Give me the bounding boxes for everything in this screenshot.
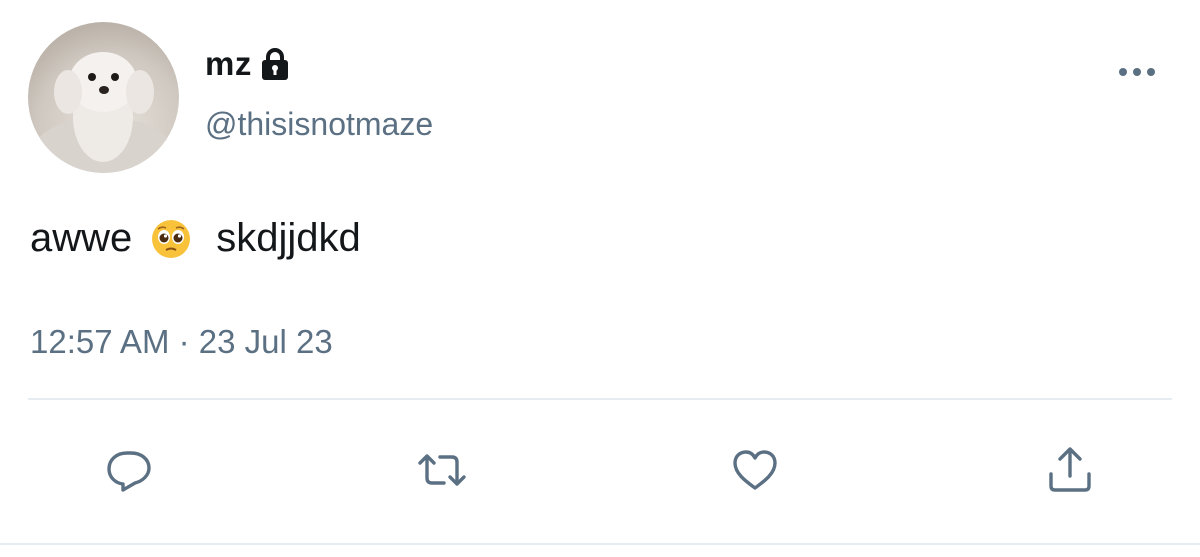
lock-icon	[260, 47, 290, 81]
tweet-text: awwe skdjjdkd	[30, 216, 361, 261]
display-name[interactable]: mz	[205, 45, 252, 83]
avatar[interactable]	[28, 22, 179, 173]
tweet-timestamp[interactable]: 12:57 AM · 23 Jul 23	[30, 323, 333, 361]
user-handle[interactable]: @thisisnotmaze	[205, 106, 433, 143]
share-button[interactable]	[1040, 440, 1100, 500]
tweet-card: mz @thisisnotmaze awwe skdjjdkd 12:57 AM…	[0, 0, 1200, 557]
reply-icon	[107, 451, 151, 492]
tweet-text-part: skdjjdkd	[216, 216, 361, 260]
more-options-icon[interactable]	[1116, 62, 1158, 82]
divider	[28, 398, 1172, 400]
like-button[interactable]	[725, 440, 785, 500]
retweet-button[interactable]	[412, 440, 472, 500]
divider-bottom	[0, 543, 1200, 545]
reply-button[interactable]	[99, 440, 159, 500]
heart-icon	[733, 450, 777, 490]
avatar-image	[33, 52, 173, 173]
tweet-text-part: awwe	[30, 216, 133, 260]
pleading-face-emoji	[150, 218, 192, 260]
retweet-icon	[418, 454, 466, 486]
name-row: mz	[205, 44, 290, 84]
share-icon	[1049, 447, 1091, 492]
